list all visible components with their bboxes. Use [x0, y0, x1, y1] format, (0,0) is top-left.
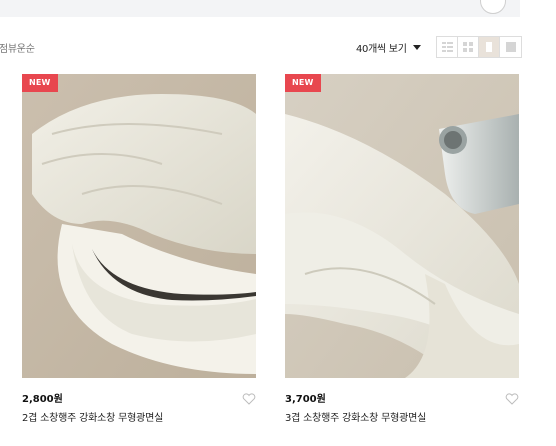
product-price: 3,700원 [285, 394, 326, 405]
new-badge: NEW [285, 74, 321, 92]
product-title[interactable]: 3겹 소창행주 강화소창 무형광면실 [285, 409, 426, 424]
view-toggle-group [436, 36, 522, 58]
grid-4-icon[interactable] [500, 37, 521, 57]
product-title[interactable]: 2겹 소창행주 강화소창 무형광면실 [22, 409, 163, 424]
per-page-select[interactable]: 40개씩 보기 [356, 40, 421, 55]
product-image[interactable]: NEW [285, 74, 519, 378]
heart-icon[interactable] [242, 390, 256, 405]
per-page-label: 40개씩 보기 [356, 44, 407, 55]
sort-label[interactable]: 점뷰운순 [0, 40, 35, 55]
towel-bottle-photo [285, 74, 519, 378]
towel-plates-photo [22, 74, 256, 378]
product-price: 2,800원 [22, 394, 63, 405]
new-badge: NEW [22, 74, 58, 92]
list-toolbar: 점뷰운순 40개씩 보기 [0, 36, 522, 58]
list-view-icon[interactable] [437, 37, 458, 57]
heart-icon[interactable] [505, 390, 519, 405]
top-bar [0, 0, 520, 17]
grid-1-icon[interactable] [479, 37, 500, 57]
grid-2-icon[interactable] [458, 37, 479, 57]
caret-down-icon [412, 45, 421, 50]
product-image[interactable]: NEW [22, 74, 256, 378]
product-card: NEW 3,700원 3겹 소창행주 강화소창 무형광면실 [285, 74, 519, 424]
product-card: NEW 2,800원 2겹 소창행주 강화소창 무형광면실 [22, 74, 256, 424]
